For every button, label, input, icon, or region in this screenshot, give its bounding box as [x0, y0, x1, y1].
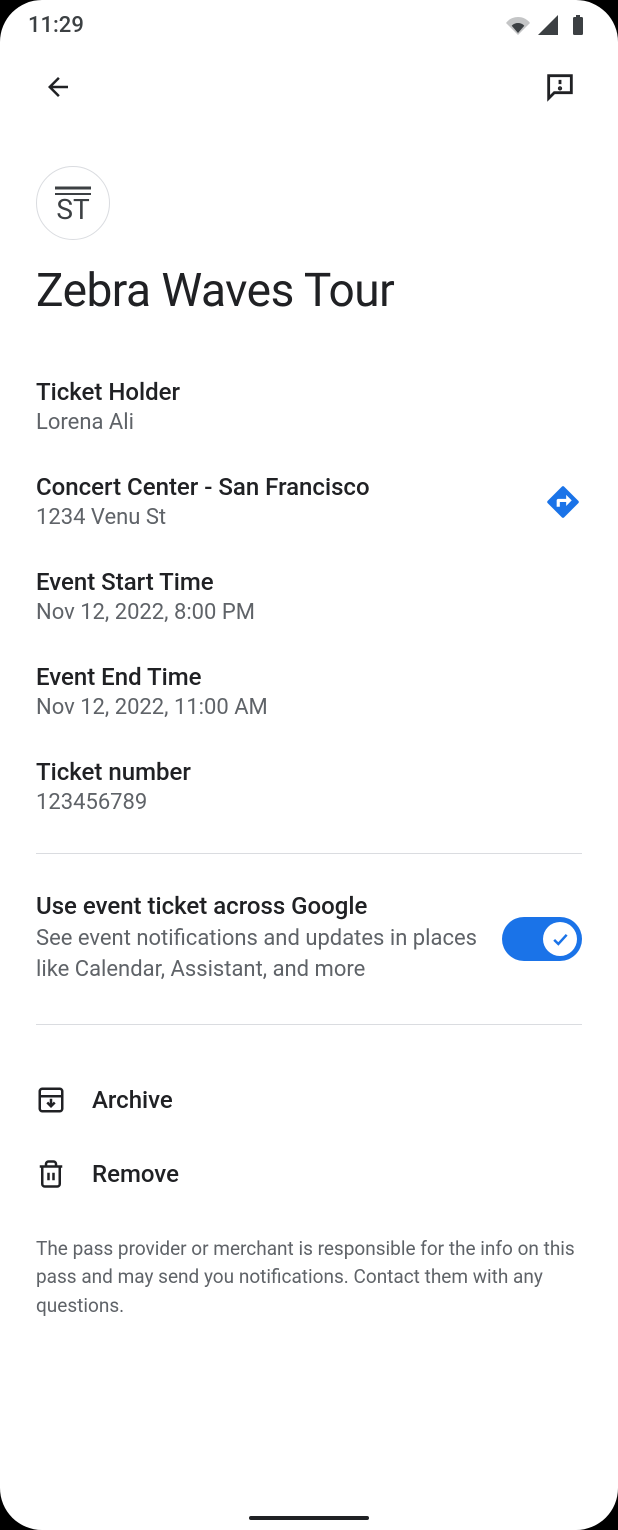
signal-icon	[536, 13, 560, 37]
divider	[36, 853, 582, 854]
remove-label: Remove	[92, 1160, 179, 1188]
provider-logo: ST	[36, 166, 110, 240]
archive-icon	[36, 1085, 66, 1115]
directions-button[interactable]	[544, 483, 582, 521]
end-time-value: Nov 12, 2022, 11:00 AM	[36, 695, 582, 720]
start-time-label: Event Start Time	[36, 568, 582, 596]
toggle-thumb	[543, 922, 577, 956]
nav-indicator	[249, 1516, 369, 1520]
venue-label: Concert Center - San Francisco	[36, 473, 370, 501]
wifi-icon	[506, 13, 530, 37]
battery-icon	[566, 13, 590, 37]
feedback-icon	[543, 70, 577, 104]
toggle-label: Use event ticket across Google	[36, 892, 482, 920]
ticket-holder-value: Lorena Ali	[36, 410, 582, 435]
directions-icon	[544, 483, 582, 521]
page-title: Zebra Waves Tour	[36, 264, 582, 318]
ticket-number-label: Ticket number	[36, 758, 582, 786]
ticket-holder-section: Ticket Holder Lorena Ali	[36, 378, 582, 435]
status-icons	[506, 13, 590, 37]
screen: 11:29	[0, 0, 618, 1530]
status-bar: 11:29	[0, 0, 618, 50]
toggle-description: See event notifications and updates in p…	[36, 924, 482, 986]
svg-text:ST: ST	[56, 193, 90, 221]
divider	[36, 1024, 582, 1025]
end-time-label: Event End Time	[36, 663, 582, 691]
cross-google-toggle[interactable]	[502, 917, 582, 961]
archive-label: Archive	[92, 1086, 173, 1114]
ticket-number-section: Ticket number 123456789	[36, 758, 582, 815]
venue-value: 1234 Venu St	[36, 505, 370, 530]
ticket-number-value: 123456789	[36, 790, 582, 815]
arrow-back-icon	[43, 72, 73, 102]
cross-google-toggle-section: Use event ticket across Google See event…	[36, 892, 582, 986]
footer-disclaimer: The pass provider or merchant is respons…	[36, 1235, 582, 1321]
status-time: 11:29	[28, 13, 84, 38]
start-time-value: Nov 12, 2022, 8:00 PM	[36, 600, 582, 625]
archive-button[interactable]: Archive	[36, 1063, 582, 1137]
ticket-holder-label: Ticket Holder	[36, 378, 582, 406]
remove-button[interactable]: Remove	[36, 1137, 582, 1211]
back-button[interactable]	[36, 65, 80, 109]
venue-section: Concert Center - San Francisco 1234 Venu…	[36, 473, 582, 530]
content-area: ST Zebra Waves Tour Ticket Holder Lorena…	[0, 166, 618, 1320]
app-bar	[0, 50, 618, 124]
check-icon	[550, 929, 570, 949]
trash-icon	[36, 1159, 66, 1189]
start-time-section: Event Start Time Nov 12, 2022, 8:00 PM	[36, 568, 582, 625]
end-time-section: Event End Time Nov 12, 2022, 11:00 AM	[36, 663, 582, 720]
feedback-button[interactable]	[538, 65, 582, 109]
